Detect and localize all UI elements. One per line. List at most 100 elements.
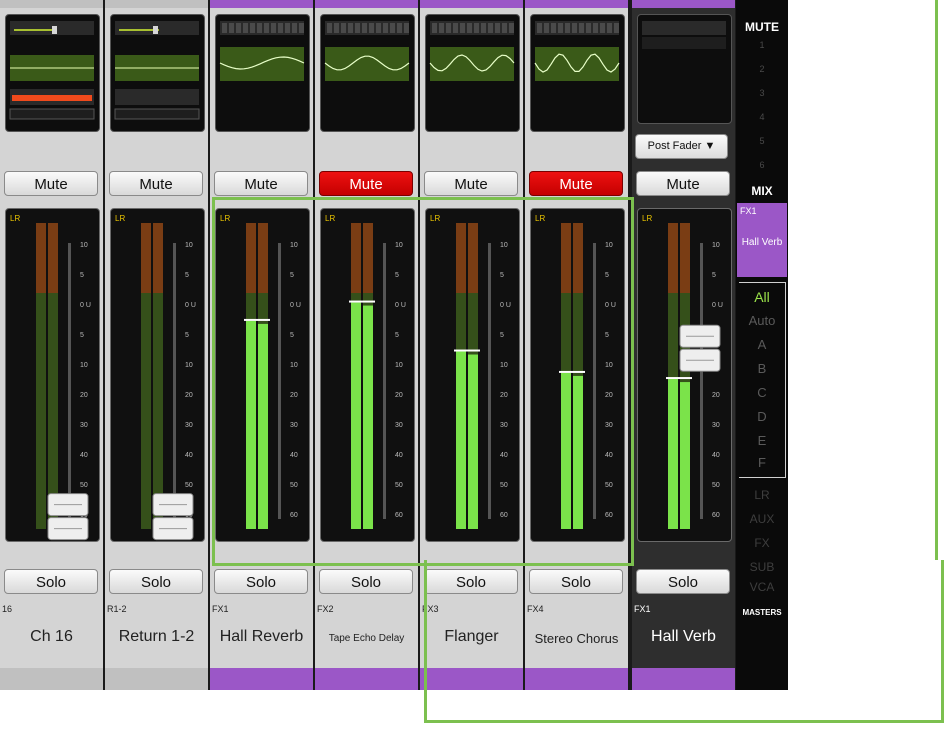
scale-tick-label: 30: [712, 422, 720, 429]
mix-sidebar: MUTE 1 2 3 4 5 6 MIX FX1 Hall Verb All A…: [736, 0, 788, 690]
scale-tick-label: 0 U: [500, 302, 511, 309]
mute-group-2[interactable]: 2: [736, 64, 788, 74]
strip-color-bar: [315, 668, 418, 690]
meter-bar-left: [456, 351, 466, 529]
selected-fx-mix[interactable]: FX1 Hall Verb: [737, 203, 787, 277]
scale-tick-label: 5: [712, 272, 716, 279]
strip-color-bar: [525, 0, 628, 8]
channel-name[interactable]: Flanger: [420, 628, 523, 646]
channel-thumbnail[interactable]: [5, 14, 100, 132]
strip-color-bar: [632, 0, 735, 8]
mute-group-6[interactable]: 6: [736, 160, 788, 170]
group-filter-b[interactable]: B: [739, 361, 785, 376]
mute-group-5[interactable]: 5: [736, 136, 788, 146]
masters-vca[interactable]: VCA: [736, 580, 788, 594]
scale-tick-label: 20: [290, 392, 298, 399]
mute-group-1[interactable]: 1: [736, 40, 788, 50]
mute-group-4[interactable]: 4: [736, 112, 788, 122]
meter-fader-panel[interactable]: LR1050 U5102030405060: [5, 208, 100, 542]
mute-button[interactable]: Mute: [636, 171, 730, 196]
thumbnail-graphic: [642, 21, 726, 49]
strip-color-bar: [210, 0, 313, 8]
lr-label: LR: [325, 214, 335, 223]
group-filter-f[interactable]: F: [739, 455, 785, 470]
meter-fader-panel[interactable]: LR1050 U5102030405060: [215, 208, 310, 542]
scale-tick-label: 50: [395, 482, 403, 489]
channel-strip-master: Post Fader ▼ Mute LR1050 U5102030405060 …: [632, 0, 735, 690]
scale-tick-label: 10: [80, 242, 88, 249]
mute-button[interactable]: Mute: [424, 171, 518, 196]
masters-lr[interactable]: LR: [736, 488, 788, 502]
channel-name[interactable]: Ch 16: [0, 628, 103, 646]
scale-tick-label: 30: [80, 422, 88, 429]
meter-fader-panel[interactable]: LR1050 U5102030405060: [637, 208, 732, 542]
channel-name[interactable]: Return 1-2: [105, 628, 208, 646]
scale-tick-label: 10: [395, 362, 403, 369]
channel-name[interactable]: Hall Verb: [632, 628, 735, 646]
channel-name[interactable]: Hall Reverb: [210, 628, 313, 646]
solo-button[interactable]: Solo: [319, 569, 413, 594]
group-filter-auto[interactable]: Auto: [739, 313, 785, 328]
scale-tick-label: 20: [395, 392, 403, 399]
level-meter: LR1050 U5102030405060: [115, 214, 196, 541]
fx-thumbnail[interactable]: [215, 14, 310, 132]
mute-group-3[interactable]: 3: [736, 88, 788, 98]
solo-button[interactable]: Solo: [636, 569, 730, 594]
scale-tick-label: 40: [500, 452, 508, 459]
channel-tag: 16: [2, 604, 13, 614]
scale-tick-label: 0 U: [605, 302, 616, 309]
meter-fader-panel[interactable]: LR1050 U5102030405060: [425, 208, 520, 542]
fx-mix-tag: FX1: [740, 206, 757, 216]
solo-button[interactable]: Solo: [109, 569, 203, 594]
scale-tick-label: 10: [185, 242, 193, 249]
mute-button[interactable]: Mute: [109, 171, 203, 196]
strip-color-bar: [315, 0, 418, 8]
fx-thumbnail[interactable]: [425, 14, 520, 132]
masters-fx[interactable]: FX: [736, 536, 788, 550]
fx-thumbnail[interactable]: [530, 14, 625, 132]
masters-aux[interactable]: AUX: [736, 512, 788, 526]
lr-label: LR: [535, 214, 545, 223]
mute-button[interactable]: Mute: [4, 171, 98, 196]
channel-name[interactable]: Stereo Chorus: [525, 631, 628, 646]
scale-tick-label: 10: [185, 362, 193, 369]
meter-bar-left: [561, 372, 571, 529]
lr-label: LR: [115, 214, 125, 223]
group-filter-d[interactable]: D: [739, 409, 785, 424]
level-meter: LR1050 U5102030405060: [430, 214, 511, 529]
group-filter-e[interactable]: E: [739, 433, 785, 448]
strip-color-bar: [632, 668, 735, 690]
scale-tick-label: 40: [290, 452, 298, 459]
meter-fader-panel[interactable]: LR1050 U5102030405060: [530, 208, 625, 542]
scale-tick-label: 0 U: [185, 302, 196, 309]
mute-button[interactable]: Mute: [214, 171, 308, 196]
masters-sub[interactable]: SUB: [736, 560, 788, 574]
group-filter-a[interactable]: A: [739, 337, 785, 352]
mixer-app: Mute LR1050 U5102030405060 Solo 16 Ch 16…: [0, 0, 788, 690]
solo-button[interactable]: Solo: [529, 569, 623, 594]
meter-fader-panel[interactable]: LR1050 U5102030405060: [320, 208, 415, 542]
lr-label: LR: [220, 214, 230, 223]
strip-color-bar: [420, 0, 523, 8]
scale-tick-label: 30: [290, 422, 298, 429]
solo-button[interactable]: Solo: [4, 569, 98, 594]
post-fader-dropdown[interactable]: Post Fader ▼: [635, 134, 728, 159]
group-filter-c[interactable]: C: [739, 385, 785, 400]
fx-thumbnail[interactable]: [320, 14, 415, 132]
level-meter: LR1050 U5102030405060: [535, 214, 616, 529]
meter-fader-panel[interactable]: LR1050 U5102030405060: [110, 208, 205, 542]
scale-tick-label: 10: [290, 242, 298, 249]
solo-button[interactable]: Solo: [214, 569, 308, 594]
channel-thumbnail[interactable]: [110, 14, 205, 132]
mute-groups-title: MUTE: [745, 20, 779, 34]
meter-bar-right: [363, 305, 373, 529]
solo-button[interactable]: Solo: [424, 569, 518, 594]
channel-name[interactable]: Tape Echo Delay: [315, 633, 418, 644]
mute-button[interactable]: Mute: [319, 171, 413, 196]
mute-button[interactable]: Mute: [529, 171, 623, 196]
group-filter-all[interactable]: All: [739, 289, 785, 305]
fx-thumbnail[interactable]: [637, 14, 732, 124]
meter-bar-right: [258, 323, 268, 529]
scale-tick-label: 0 U: [290, 302, 301, 309]
scale-tick-label: 40: [605, 452, 613, 459]
